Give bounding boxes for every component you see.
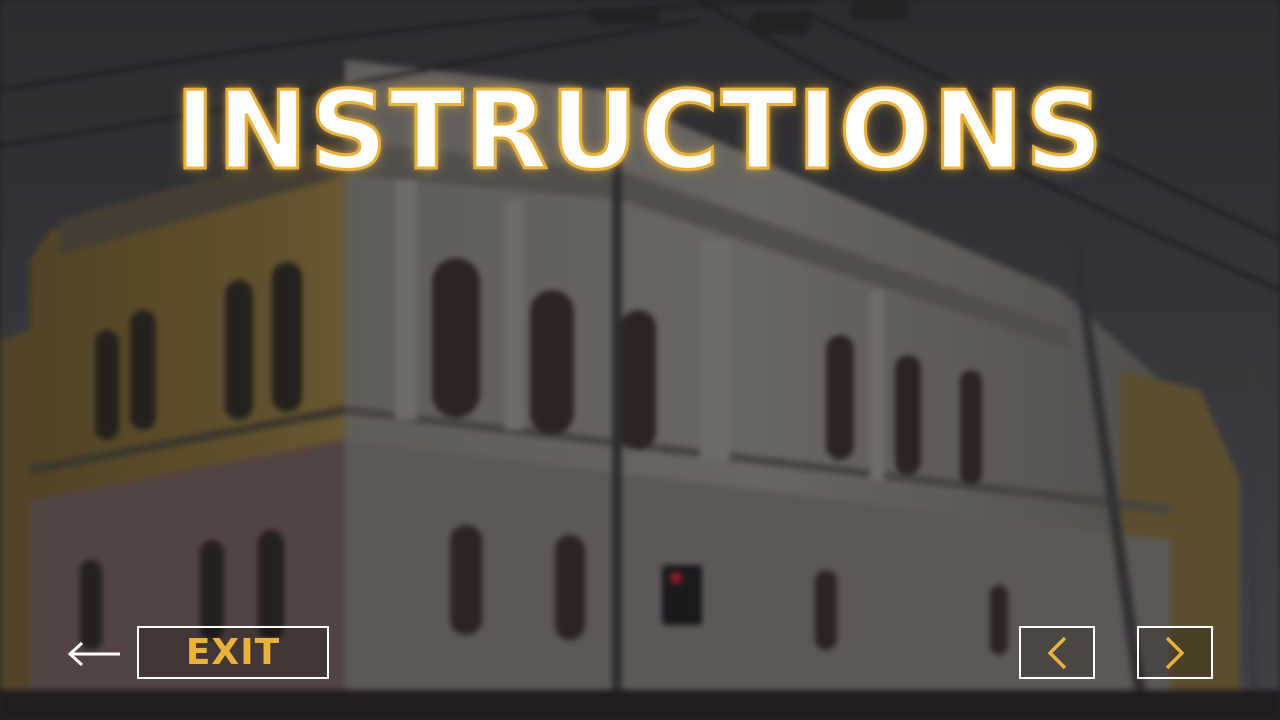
chevron-left-icon — [1047, 636, 1067, 669]
exit-button[interactable]: EXIT — [137, 626, 329, 679]
arrow-left-icon[interactable] — [66, 641, 122, 667]
next-page-button[interactable] — [1137, 626, 1213, 679]
exit-button-label: EXIT — [185, 632, 281, 673]
instructions-screen: INSTRUCTIONS EXIT — [0, 0, 1280, 720]
page-title: INSTRUCTIONS — [174, 69, 1105, 194]
previous-page-button[interactable] — [1019, 626, 1095, 679]
chevron-right-icon — [1165, 636, 1185, 669]
